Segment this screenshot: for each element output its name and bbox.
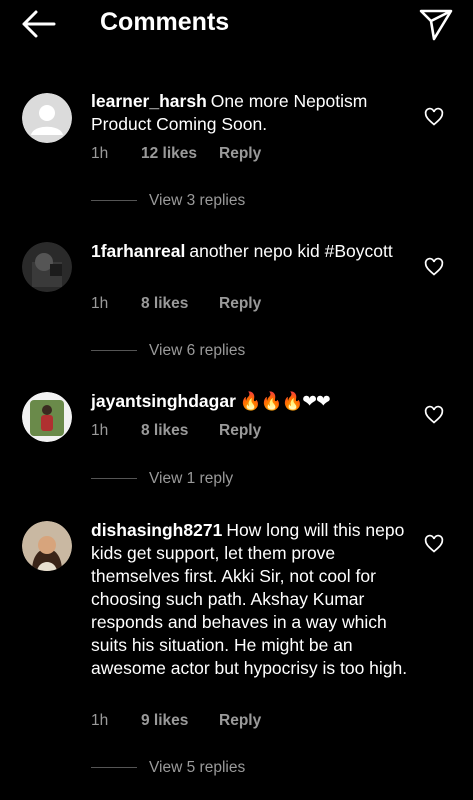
reply-button[interactable]: Reply [219,712,261,730]
back-arrow-icon[interactable] [18,6,58,42]
view-replies-label[interactable]: View 3 replies [149,192,245,209]
comment-time: 1h [91,295,109,312]
comment-message: 🔥🔥🔥❤❤ [239,391,331,411]
comment-username[interactable]: dishasingh8271 [91,520,222,540]
comment-text: 1farhanreal another nepo kid #Boycott [91,240,411,263]
comment-likes[interactable]: 9 likes [141,712,219,730]
comment-username[interactable]: jayantsinghdagar [91,391,236,411]
reply-button[interactable]: Reply [219,295,261,313]
comment-likes[interactable]: 8 likes [141,295,219,313]
avatar-dishasingh8271[interactable] [22,521,72,571]
comment-time: 1h [91,145,109,162]
replies-divider [91,350,137,352]
comment-meta: 1h 8 likes Reply [91,295,261,313]
like-heart-icon[interactable] [424,107,444,127]
avatar-default[interactable] [22,93,72,143]
comment-text: jayantsinghdagar 🔥🔥🔥❤❤ [91,390,411,413]
page-title: Comments [100,8,230,36]
like-heart-icon[interactable] [424,534,444,554]
comment-username[interactable]: 1farhanreal [91,241,185,261]
view-replies[interactable]: View 5 replies [91,759,245,777]
comment-meta: 1h 9 likes Reply [91,712,261,730]
comment-text: learner_harsh One more Nepotism Product C… [91,90,411,136]
comment-time: 1h [91,712,109,729]
comment-likes[interactable]: 8 likes [141,422,219,440]
comment-username[interactable]: learner_harsh [91,91,207,111]
replies-divider [91,767,137,769]
comment-meta: 1h 8 likes Reply [91,422,261,440]
view-replies[interactable]: View 6 replies [91,342,245,360]
view-replies-label[interactable]: View 5 replies [149,759,245,776]
avatar-1farhanreal[interactable] [22,242,72,292]
direct-message-icon[interactable] [417,6,455,42]
view-replies[interactable]: View 3 replies [91,192,245,210]
comment-meta: 1h 12 likes Reply [91,145,261,163]
like-heart-icon[interactable] [424,257,444,277]
view-replies-label[interactable]: View 1 reply [149,470,233,487]
comment-likes[interactable]: 12 likes [141,145,219,163]
comment-message: How long will this nepo kids get support… [91,520,408,678]
header-bar: Comments [0,0,473,50]
reply-button[interactable]: Reply [219,422,261,440]
avatar-jayantsinghdagar[interactable] [22,392,72,442]
view-replies-label[interactable]: View 6 replies [149,342,245,359]
replies-divider [91,478,137,480]
like-heart-icon[interactable] [424,405,444,425]
comment-time: 1h [91,422,109,439]
view-replies[interactable]: View 1 reply [91,470,233,488]
replies-divider [91,200,137,202]
reply-button[interactable]: Reply [219,145,261,163]
comment-message: another nepo kid #Boycott [189,241,393,261]
comment-text: dishasingh8271 How long will this nepo ki… [91,519,411,680]
